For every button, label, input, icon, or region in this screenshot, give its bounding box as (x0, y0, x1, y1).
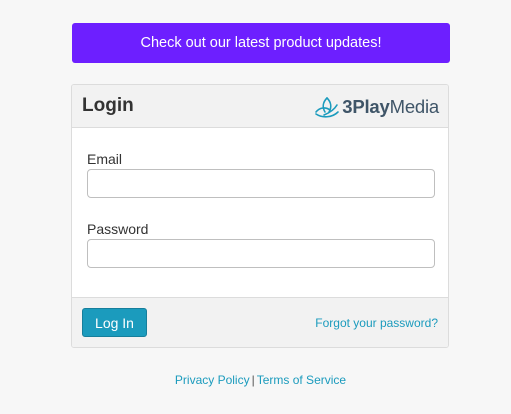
footer-link-separator: | (251, 373, 255, 387)
login-card: Login 3PlayMedia Email Password Log In F… (71, 84, 449, 348)
product-updates-banner[interactable]: Check out our latest product updates! (72, 23, 450, 63)
privacy-policy-link[interactable]: Privacy Policy (175, 373, 250, 387)
brand-name-part2: Media (389, 96, 440, 117)
brand-name-part1: 3Play (342, 96, 390, 117)
password-label: Password (87, 221, 149, 237)
login-button[interactable]: Log In (82, 308, 147, 337)
password-field[interactable] (87, 239, 435, 268)
3play-logo-icon (315, 97, 340, 118)
terms-of-service-link[interactable]: Terms of Service (257, 373, 346, 387)
banner-text: Check out our latest product updates! (140, 35, 382, 51)
forgot-password-link[interactable]: Forgot your password? (315, 316, 438, 330)
email-label: Email (87, 151, 123, 167)
login-card-footer: Log In Forgot your password? (72, 297, 448, 347)
email-field[interactable] (87, 169, 435, 198)
login-title: Login (82, 95, 134, 116)
brand-name: 3PlayMedia (342, 96, 439, 118)
login-card-header: Login 3PlayMedia (72, 85, 448, 128)
footer-links: Privacy Policy | Terms of Service (0, 373, 511, 387)
brand-logo: 3PlayMedia (314, 96, 439, 118)
